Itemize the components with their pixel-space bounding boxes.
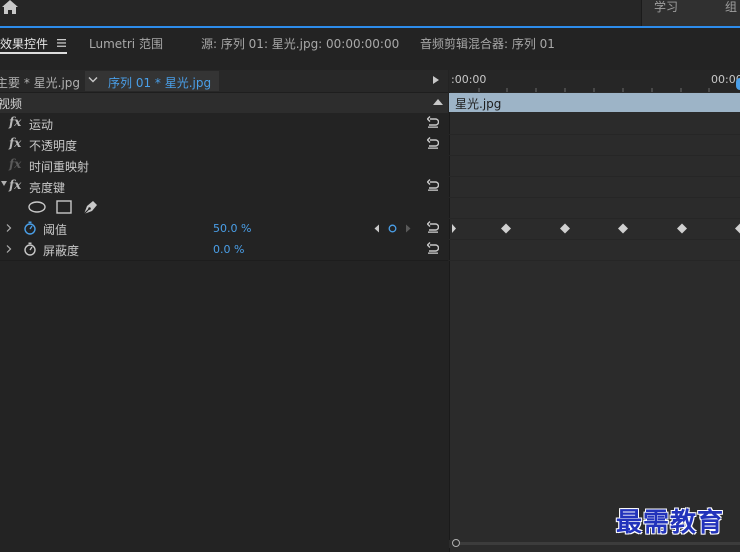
collapse-up-icon[interactable] (433, 99, 443, 105)
reset-icon[interactable] (427, 242, 439, 254)
effect-label-time-remap: 时间重映射 (29, 160, 90, 174)
timeline-row-luma-key (449, 176, 740, 198)
time-ruler[interactable] (449, 70, 740, 92)
reset-icon[interactable] (427, 116, 439, 128)
effect-label-luma-key: 亮度键 (29, 181, 66, 195)
fx-icon[interactable]: fx (9, 178, 21, 192)
keyframe-diamond (501, 223, 511, 234)
keyframe-start-marker (452, 224, 456, 233)
next-keyframe-icon[interactable] (404, 224, 412, 233)
expanded-chevron-icon[interactable] (1, 181, 7, 186)
add-keyframe-icon[interactable] (388, 224, 397, 233)
property-row-cutoff[interactable]: 屏蔽度 0.0 % (0, 239, 448, 261)
timeline-row-time-remap (449, 155, 740, 177)
effect-row-motion[interactable]: fx 运动 (0, 113, 448, 135)
effect-row-opacity[interactable]: fx 不透明度 (0, 134, 448, 156)
cutoff-value[interactable]: 0.0 % (213, 243, 244, 256)
watermark-logo: 最需教育 (616, 508, 725, 538)
reset-icon[interactable] (427, 137, 439, 149)
pen-mask-icon[interactable] (82, 199, 99, 215)
panel-menu-icon[interactable] (57, 39, 66, 47)
fx-icon[interactable]: fx (9, 136, 21, 150)
reset-icon[interactable] (427, 179, 439, 191)
playhead-handle[interactable] (736, 78, 740, 90)
home-icon[interactable] (1, 0, 21, 16)
chevron-right-icon[interactable] (6, 224, 12, 232)
panel-tab-strip: 效果控件 Lumetri 范围 源: 序列 01: 星光.jpg: 00:00:… (0, 28, 740, 68)
workspace-learn[interactable]: 学习 (654, 0, 678, 15)
scrollbar-thumb[interactable] (460, 542, 740, 545)
effect-row-time-remap[interactable]: fx 时间重映射 (0, 155, 448, 177)
sequence-clip-label[interactable]: 序列 01 * 星光.jpg (108, 74, 211, 91)
timeline-row-threshold (449, 218, 740, 240)
tab-source-monitor[interactable]: 源: 序列 01: 星光.jpg: 00:00:00:00 (201, 35, 399, 52)
previous-keyframe-icon[interactable] (373, 224, 381, 233)
video-section-header[interactable] (0, 93, 448, 113)
effect-row-luma-key[interactable]: fx 亮度键 (0, 176, 448, 198)
keyframe-diamond (560, 223, 570, 234)
mask-tools-row (0, 197, 448, 219)
chevron-right-icon[interactable] (6, 245, 12, 253)
tab-lumetri-scopes[interactable]: Lumetri 范围 (89, 35, 163, 52)
workspace-assembly[interactable]: 组 (725, 0, 737, 15)
keyframe-diamond (618, 223, 628, 234)
keyframe-diamond (735, 223, 740, 234)
clip-bar-label: 星光.jpg (455, 97, 502, 111)
video-section-label: 视频 (0, 97, 23, 111)
fx-icon[interactable]: fx (9, 115, 21, 129)
ellipse-mask-icon[interactable] (28, 201, 46, 213)
timeline-row-motion (449, 113, 740, 135)
effect-label-opacity: 不透明度 (29, 139, 78, 153)
reset-icon[interactable] (427, 221, 439, 233)
tab-audio-clip-mixer[interactable]: 音频剪辑混合器: 序列 01 (420, 35, 555, 52)
workspace-bar: 学习 组 (0, 0, 740, 26)
threshold-keyframes (452, 223, 740, 234)
ruler-ticks (478, 88, 710, 92)
property-row-threshold[interactable]: 阈值 50.0 % (0, 218, 448, 240)
rectangle-mask-icon[interactable] (56, 200, 72, 214)
threshold-value[interactable]: 50.0 % (213, 222, 251, 235)
active-tab-underline (0, 52, 67, 54)
show-timeline-icon[interactable] (433, 76, 439, 84)
stopwatch-icon[interactable] (23, 242, 37, 256)
stopwatch-active-icon[interactable] (23, 221, 37, 235)
effect-label-motion: 运动 (29, 118, 54, 132)
chevron-down-icon[interactable] (88, 77, 98, 83)
fx-icon: fx (9, 157, 22, 171)
timeline-row-cutoff (449, 239, 740, 261)
property-label-threshold: 阈值 (43, 223, 68, 237)
tab-effect-controls[interactable]: 效果控件 (0, 35, 48, 52)
master-clip-label[interactable]: 主要 * 星光.jpg (0, 74, 80, 91)
keyframe-diamond (677, 223, 687, 234)
property-label-cutoff: 屏蔽度 (43, 244, 80, 258)
timecode-start: :00:00 (451, 73, 487, 86)
timeline-row-opacity (449, 134, 740, 156)
scrollbar-handle-left[interactable] (452, 539, 460, 547)
timeline-row-mask-tools (449, 197, 740, 219)
